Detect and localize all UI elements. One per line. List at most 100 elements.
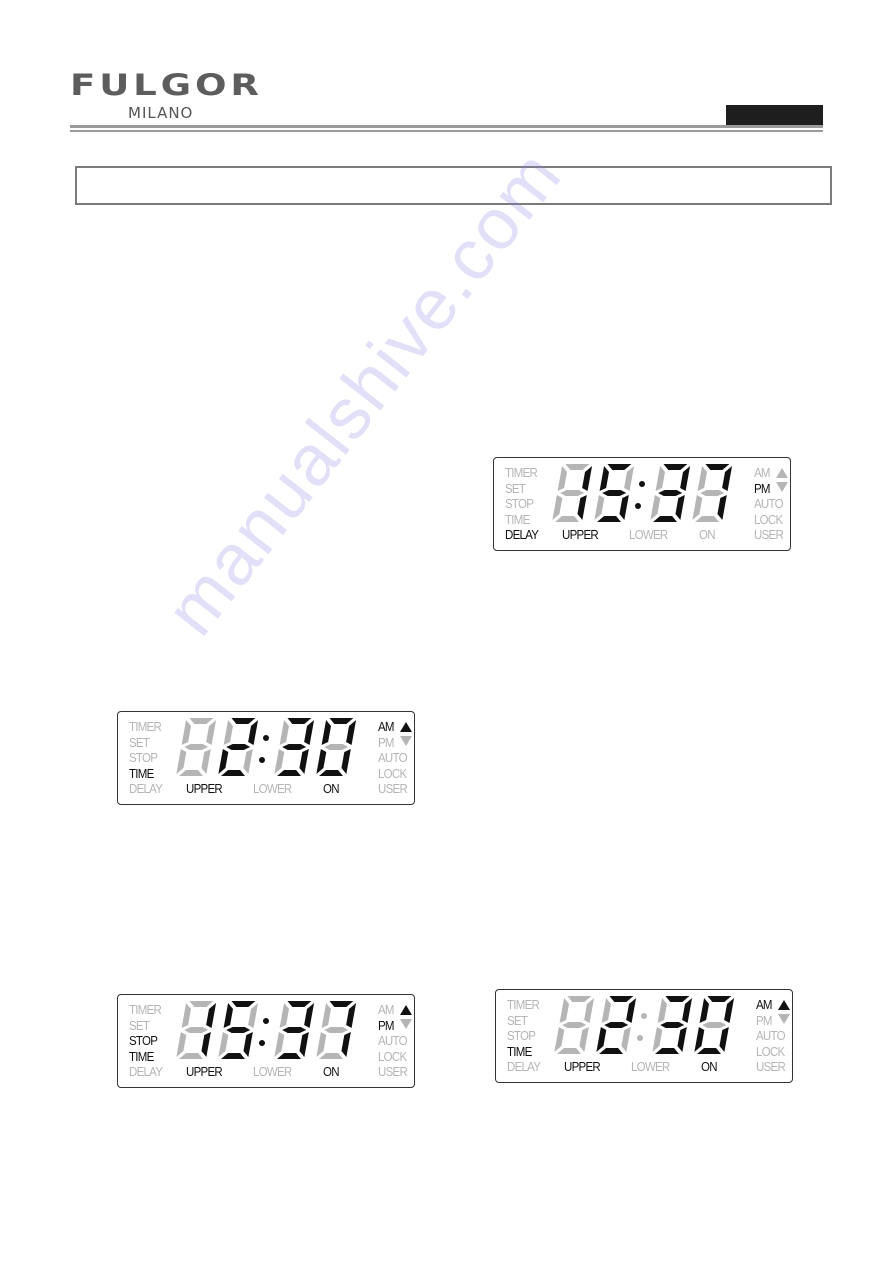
segment-g [602,490,627,496]
indicator-timer: TIMER [129,720,162,734]
indicator-user: USER [378,1065,408,1080]
indicator-on: ON [701,1060,718,1074]
segment-g [560,490,585,496]
segment-e [176,749,187,774]
segment-d [179,770,203,776]
segment-d [697,1048,721,1054]
segment-a [607,464,632,470]
colon-dot [259,1040,265,1046]
segment-b [304,1003,315,1028]
segment-b [584,998,595,1023]
indicator-lower: LOWER [629,528,668,542]
segment-a [329,1001,354,1007]
segment-d [557,1048,581,1054]
digit-2 [218,718,259,776]
segment-f [181,1003,191,1028]
digit-3 [652,996,693,1054]
digit-4 [694,996,735,1054]
digit-1 [552,464,593,522]
mode-labels: TIMER SET STOP TIME DELAY [129,1003,163,1081]
segment-a [287,1001,312,1007]
segment-g [282,1027,307,1033]
indicator-on: ON [323,1065,340,1079]
section-tab [726,105,823,125]
segment-g [324,1027,349,1033]
segment-g [604,1022,629,1028]
segment-b [680,466,691,491]
indicator-upper: UPPER [564,1060,601,1074]
segment-c [677,1027,687,1052]
segment-e [552,495,563,520]
segment-b [346,1003,357,1028]
lcd-display: TIMER SET STOP TIME DELAY AM PM AUTO LOCK USER UPP… [493,457,791,551]
segment-g [184,1027,209,1033]
segment-f [223,720,233,745]
indicator-time: TIME [507,1044,532,1059]
brand-logo: FULGOR [70,68,263,102]
lcd-display: TIMER SET STOP TIME DELAY AM PM AUTO LOCK USER UPP… [117,711,415,805]
indicator-upper: UPPER [186,1065,223,1079]
segment-f [321,720,331,745]
digit-2 [218,1001,259,1059]
indicator-set: SET [507,1013,528,1028]
indicator-lower: LOWER [253,782,292,796]
segment-g [700,490,725,496]
segment-c [341,749,351,774]
indicator-time: TIME [129,766,154,781]
arrow-up-icon [778,1000,790,1010]
colon-dot [637,1035,643,1041]
segment-d [221,770,245,776]
mode-labels: TIMER SET STOP TIME DELAY [505,466,539,544]
header-rule-bottom [70,130,823,132]
indicator-lock: LOCK [756,1044,785,1059]
indicator-timer: TIMER [129,1003,162,1017]
segment-b [582,466,593,491]
indicator-set: SET [129,735,150,750]
segment-a [705,464,730,470]
segment-d [319,770,343,776]
indicator-lock: LOCK [378,766,407,781]
segment-g [324,744,349,750]
segment-b [724,998,735,1023]
lcd-display: TIMER SET STOP TIME DELAY AM PM AUTO LOCK USER UPP… [495,989,793,1083]
indicator-stop: STOP [505,497,534,512]
segment-e [316,1032,327,1057]
segment-d [319,1053,343,1059]
segment-g [658,490,683,496]
segment-d [599,1048,623,1054]
segment-b [206,1003,217,1028]
segment-a [707,996,732,1002]
digit-2 [594,464,635,522]
time-readout [554,996,735,1054]
indicator-upper: UPPER [562,528,599,542]
indicator-auto: AUTO [378,1034,408,1049]
indicator-auto: AUTO [756,1029,786,1044]
segment-b [346,720,357,745]
digit-3 [274,718,315,776]
segment-c [201,749,211,774]
segment-e [176,1032,187,1057]
arrow-down-icon [400,1019,412,1029]
segment-c [341,1032,351,1057]
indicator-user: USER [756,1060,786,1075]
segment-c [675,495,685,520]
arrow-indicators [400,722,412,750]
arrow-indicators [778,1000,790,1028]
indicator-stop: STOP [507,1029,536,1044]
arrow-indicators [776,468,788,496]
segment-d [655,1048,679,1054]
segment-g [226,1027,251,1033]
segment-f [279,720,289,745]
colon-dot [641,1013,647,1019]
segment-d [597,516,621,522]
indicator-delay: DELAY [129,782,163,797]
segment-d [555,516,579,522]
segment-a [567,996,592,1002]
segment-d [277,770,301,776]
indicator-lower: LOWER [253,1065,292,1079]
digit-3 [650,464,691,522]
segment-e [218,1032,229,1057]
indicator-delay: DELAY [507,1060,541,1075]
lcd-display: TIMER SET STOP TIME DELAY AM PM AUTO LOCK USER UPP… [117,994,415,1088]
indicator-lower: LOWER [631,1060,670,1074]
